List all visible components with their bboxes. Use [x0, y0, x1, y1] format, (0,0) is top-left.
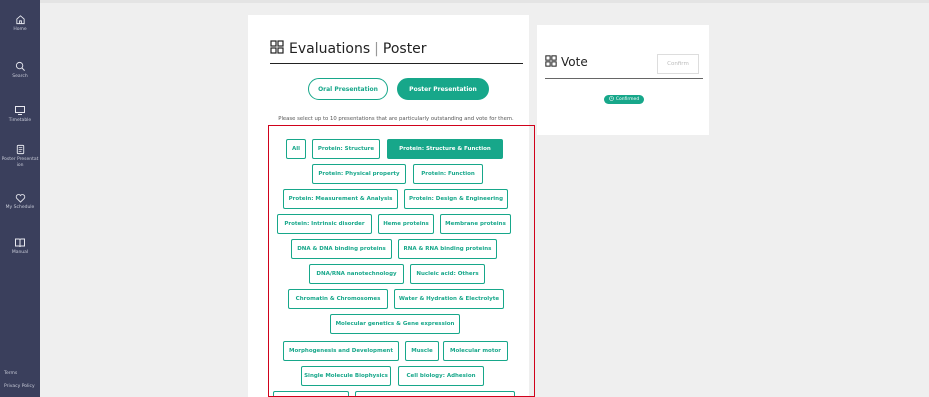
sidebar-item-label: My Schedule [5, 205, 35, 210]
vote-card: Vote Confirm Confirmed [537, 25, 709, 135]
sidebar-item-label: Poster Presentat ion [1, 157, 39, 168]
clock-icon [609, 96, 614, 103]
sidebar-item-label: Manual [11, 250, 29, 255]
top-strip [40, 0, 929, 3]
category-filter-area [268, 125, 535, 397]
book-icon [0, 237, 40, 248]
vote-divider [545, 78, 703, 79]
document-icon [0, 144, 40, 155]
sidebar: Home Search Timetable Poster Presentat i… [0, 0, 40, 397]
oral-presentation-button[interactable]: Oral Presentation [308, 78, 388, 100]
sidebar-item-label: Home [13, 27, 27, 32]
poster-presentation-button[interactable]: Poster Presentation [397, 78, 489, 100]
sidebar-item-home[interactable]: Home [0, 14, 40, 33]
grid-icon [545, 52, 557, 71]
page-title: Evaluations | Poster [270, 39, 427, 58]
title-divider [270, 63, 523, 64]
home-icon [0, 14, 40, 25]
sidebar-item-my-schedule[interactable]: My Schedule [0, 193, 40, 211]
privacy-policy-link[interactable]: Privacy Policy [4, 384, 35, 389]
title-separator: | [374, 40, 379, 57]
sidebar-item-label: Search [12, 74, 28, 79]
vote-header: Vote [545, 52, 588, 71]
sidebar-item-manual[interactable]: Manual [0, 237, 40, 256]
sidebar-item-poster-presentation[interactable]: Poster Presentat ion [0, 144, 40, 169]
title-main: Evaluations [289, 40, 371, 57]
heart-icon [0, 193, 40, 203]
confirm-button[interactable]: Confirm [657, 54, 699, 74]
status-badge: Confirmed [604, 95, 644, 104]
instruction-text: Please select up to 10 presentations tha… [278, 116, 514, 122]
terms-link[interactable]: Terms [4, 371, 17, 376]
monitor-icon [0, 105, 40, 116]
title-sub: Poster [382, 40, 427, 57]
sidebar-item-timetable[interactable]: Timetable [0, 105, 40, 124]
sidebar-item-search[interactable]: Search [0, 61, 40, 80]
sidebar-item-label: Timetable [8, 118, 32, 123]
search-icon [0, 61, 40, 72]
grid-icon [270, 39, 284, 58]
status-label: Confirmed [615, 97, 640, 102]
vote-title: Vote [561, 54, 588, 69]
